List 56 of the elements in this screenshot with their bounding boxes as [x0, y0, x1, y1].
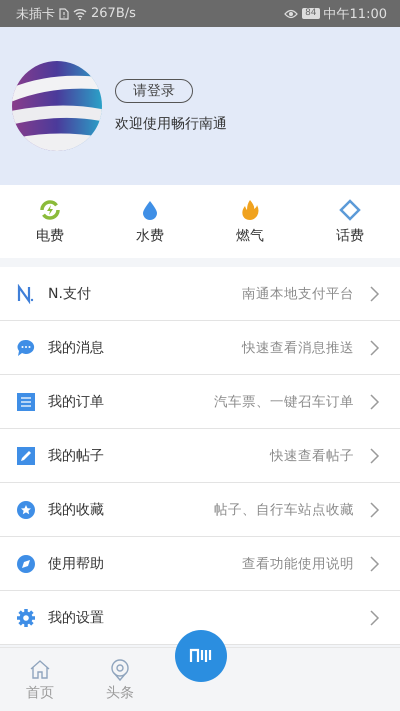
chevron-right-icon [370, 394, 380, 410]
eye-icon [284, 8, 298, 18]
menu-title: 我的收藏 [48, 500, 104, 518]
menu-hint: 汽车票、一键召车订单 [213, 392, 354, 410]
chevron-right-icon [370, 286, 380, 302]
shortcut-item[interactable]: 水费 [100, 185, 200, 258]
wifi-icon [73, 8, 87, 20]
power-icon [39, 198, 61, 220]
n-letter-icon [16, 284, 36, 304]
settings-icon [16, 608, 36, 628]
shortcut-label: 话费 [336, 226, 364, 244]
menu-hint: 帖子、自行车站点收藏 [213, 500, 354, 518]
menu-row[interactable]: 我的订单 汽车票、一键召车订单 [0, 375, 400, 429]
menu-row[interactable]: 我的帖子 快速查看帖子 [0, 429, 400, 483]
shortcut-label: 水费 [136, 226, 164, 244]
chevron-right-icon [370, 502, 380, 518]
chevron-right-icon [370, 556, 380, 572]
menu-title: N.支付 [48, 284, 91, 302]
document-icon [16, 392, 36, 412]
battery-level: 84 [302, 8, 320, 19]
shortcut-label: 燃气 [236, 226, 264, 244]
shortcut-label: 电费 [36, 226, 64, 244]
network-speed: 267B/s [91, 6, 136, 21]
house-icon [28, 658, 52, 682]
menu-row[interactable]: 使用帮助 查看功能使用说明 [0, 537, 400, 591]
menu-hint: 快速查看消息推送 [240, 338, 354, 356]
sim-icon [59, 8, 69, 20]
menu-hint: 快速查看帖子 [268, 446, 354, 464]
menu-title: 使用帮助 [48, 554, 104, 572]
diamond-icon [339, 198, 361, 220]
welcome-text: 欢迎使用畅行南通 [115, 115, 227, 133]
scan-icon [189, 648, 213, 664]
chevron-right-icon [370, 448, 380, 464]
chat-bubble-icon [16, 338, 36, 358]
menu-title: 我的订单 [48, 392, 104, 410]
chevron-right-icon [370, 610, 380, 626]
tab-label: 首页 [26, 684, 54, 702]
shortcut-item[interactable]: 燃气 [200, 185, 300, 258]
menu-hint: 查看功能使用说明 [241, 554, 354, 572]
menu-row[interactable]: 我的收藏 帖子、自行车站点收藏 [0, 483, 400, 537]
compass-icon [16, 554, 36, 574]
login-button[interactable]: 请登录 [115, 79, 193, 103]
clock-time: 中午11:00 [324, 6, 387, 22]
menu-hint: 南通本地支付平台 [241, 284, 354, 302]
pencil-icon [16, 446, 36, 466]
menu-title: 我的帖子 [48, 446, 104, 464]
chevron-right-icon [370, 340, 380, 356]
menu-title: 我的设置 [48, 608, 104, 626]
menu-title: 我的消息 [48, 338, 104, 356]
menu-row[interactable]: N.支付 南通本地支付平台 [0, 267, 400, 321]
carrier-text: 未插卡 [16, 6, 55, 22]
star-badge-icon [16, 500, 36, 520]
shortcut-item[interactable]: 话费 [300, 185, 400, 258]
menu-row[interactable]: 我的消息 快速查看消息推送 [0, 321, 400, 375]
shortcut-item[interactable]: 电费 [0, 185, 100, 258]
tab-label: 头条 [106, 684, 134, 702]
